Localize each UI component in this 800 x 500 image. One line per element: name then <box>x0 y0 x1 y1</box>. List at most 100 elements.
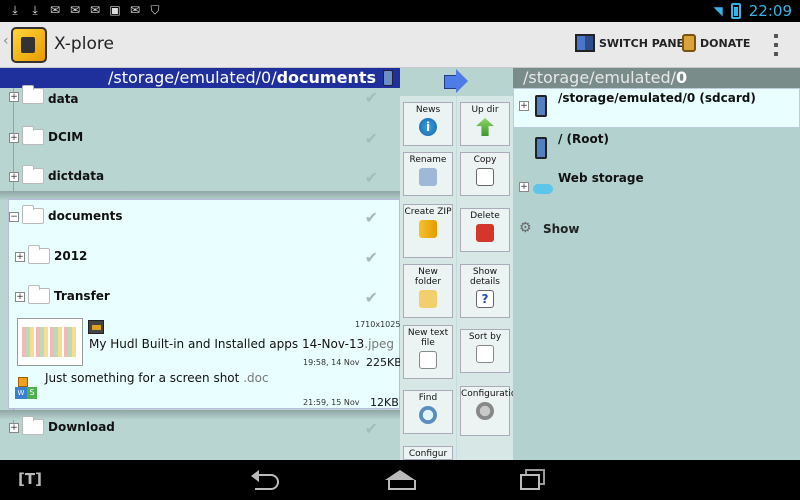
copy-icon <box>476 168 494 186</box>
app-logo-icon[interactable] <box>11 27 47 63</box>
back-icon[interactable] <box>251 470 281 490</box>
folder-icon <box>28 245 50 264</box>
donate-button[interactable]: DONATE <box>682 34 750 52</box>
notification-icons: ⤓ ⤓ ✉ ✉ ✉ ▣ ✉ ⛉ <box>8 3 162 17</box>
folder-row-dcim[interactable]: + DCIM ✔ <box>0 119 400 159</box>
up-dir-button[interactable]: Up dir <box>460 102 510 146</box>
mail-icon: ✉ <box>69 3 81 17</box>
check-icon[interactable]: ✔ <box>365 419 378 438</box>
expand-icon[interactable]: + <box>519 101 529 111</box>
folder-row-transfer[interactable]: + Transfer ✔ <box>0 278 400 318</box>
storage-row-web[interactable]: + Web storage <box>513 170 800 210</box>
create-zip-button[interactable]: Create ZIP <box>403 204 453 258</box>
main-area: /storage/emulated/0/documents + data ✔ +… <box>0 68 800 460</box>
image-icon: ▣ <box>109 3 121 17</box>
keyboard-t-icon[interactable]: [T] <box>18 470 42 488</box>
folder-icon <box>22 85 44 104</box>
arrow-right-icon[interactable] <box>444 69 468 93</box>
folder-label: 2012 <box>54 249 88 263</box>
folder-row-download[interactable]: + Download ✔ <box>0 409 400 449</box>
folder-row-documents[interactable]: − documents ✔ <box>0 198 400 238</box>
expand-icon[interactable]: + <box>15 292 25 302</box>
file-time: 19:58, 14 Nov <box>303 358 360 367</box>
action-bar: ‹ X-plore SWITCH PANE DONATE <box>0 22 800 68</box>
sort-by-button[interactable]: Sort by <box>460 329 510 373</box>
clock: 22:09 <box>748 2 792 20</box>
zip-icon <box>419 220 437 238</box>
right-path-prefix: /storage/emulated/ <box>523 68 677 87</box>
new-folder-button[interactable]: New folder <box>403 264 453 318</box>
folder-label: dictdata <box>48 169 105 183</box>
folder-row-data[interactable]: + data ✔ <box>0 78 400 118</box>
folder-icon <box>22 165 44 184</box>
download-icon: ⤓ <box>12 3 18 17</box>
check-icon[interactable]: ✔ <box>365 208 378 227</box>
show-details-button[interactable]: Show details? <box>460 264 510 318</box>
home-icon[interactable] <box>385 470 416 490</box>
trash-icon <box>476 224 494 242</box>
gear-icon <box>476 402 494 420</box>
file-name: My Hudl Built-in and Installed apps 14-N… <box>89 337 395 351</box>
new-text-file-icon <box>419 351 437 369</box>
left-pane[interactable]: /storage/emulated/0/documents + data ✔ +… <box>0 68 402 460</box>
expand-icon[interactable]: + <box>9 92 19 102</box>
download-folder-icon <box>22 416 44 435</box>
check-icon[interactable]: ✔ <box>365 129 378 148</box>
check-icon[interactable]: ✔ <box>365 248 378 267</box>
configuration-button[interactable]: Configuration <box>460 386 522 436</box>
delete-button[interactable]: Delete <box>460 208 510 252</box>
find-button[interactable]: Find <box>403 390 453 434</box>
search-icon <box>419 406 437 424</box>
cloud-icon <box>533 184 553 194</box>
check-icon[interactable]: ✔ <box>365 168 378 187</box>
collapse-icon[interactable]: − <box>9 212 19 222</box>
recent-apps-icon[interactable] <box>520 469 545 490</box>
arrow-up-icon <box>476 118 494 136</box>
expand-icon[interactable]: + <box>519 182 529 192</box>
navigation-bar: [T] <box>0 460 800 500</box>
sort-icon <box>476 345 494 363</box>
right-path-bar[interactable]: /storage/emulated/0 <box>513 68 800 88</box>
folder-icon <box>28 285 50 304</box>
image-file-icon <box>88 320 104 334</box>
storage-row-root[interactable]: / (Root) <box>513 131 800 171</box>
storage-label: /storage/emulated/0 (sdcard) <box>558 91 756 105</box>
rename-button[interactable]: Rename <box>403 152 453 196</box>
gmail-icon: ✉ <box>49 3 61 17</box>
expand-icon[interactable]: + <box>9 423 19 433</box>
expand-icon[interactable]: + <box>9 172 19 182</box>
mail-icon: ✉ <box>89 3 101 17</box>
copy-button[interactable]: Copy <box>460 152 510 196</box>
rename-icon <box>419 168 437 186</box>
gear-icon: ⚙ <box>519 220 532 236</box>
expand-icon[interactable]: + <box>9 133 19 143</box>
check-icon[interactable]: ✔ <box>365 88 378 107</box>
donate-icon <box>682 34 696 52</box>
switch-pane-button[interactable]: SWITCH PANE <box>575 34 684 52</box>
folder-label: DCIM <box>48 130 84 144</box>
donate-label: DONATE <box>700 36 751 50</box>
chevron-left-icon[interactable]: ‹ <box>3 33 9 49</box>
switch-pane-label: SWITCH PANE <box>599 36 685 50</box>
shield-icon: ⛉ <box>150 3 160 17</box>
device-icon <box>535 137 547 159</box>
check-icon[interactable]: ✔ <box>365 288 378 307</box>
expand-icon[interactable]: + <box>15 252 25 262</box>
battery-icon <box>730 3 741 19</box>
news-button[interactable]: News i <box>403 102 453 146</box>
folder-label: data <box>48 92 79 106</box>
folder-label: documents <box>48 209 123 223</box>
folder-row-2012[interactable]: + 2012 ✔ <box>0 238 400 278</box>
right-pane[interactable]: /storage/emulated/0 + /storage/emulated/… <box>513 68 800 460</box>
storage-row-sdcard[interactable]: + /storage/emulated/0 (sdcard) <box>513 89 800 129</box>
new-text-file-button[interactable]: New text file <box>403 325 453 379</box>
file-time: 21:59, 15 Nov <box>303 398 360 407</box>
wifi-icon: ◥ <box>713 4 723 18</box>
mail-icon: ✉ <box>129 3 141 17</box>
device-icon <box>535 95 547 117</box>
file-size: 225KB <box>366 356 402 369</box>
configuration-button-2[interactable]: Configur <box>403 446 453 460</box>
image-thumbnail <box>17 318 83 366</box>
overflow-menu-icon[interactable] <box>774 34 780 56</box>
show-item[interactable]: Show <box>543 222 580 236</box>
